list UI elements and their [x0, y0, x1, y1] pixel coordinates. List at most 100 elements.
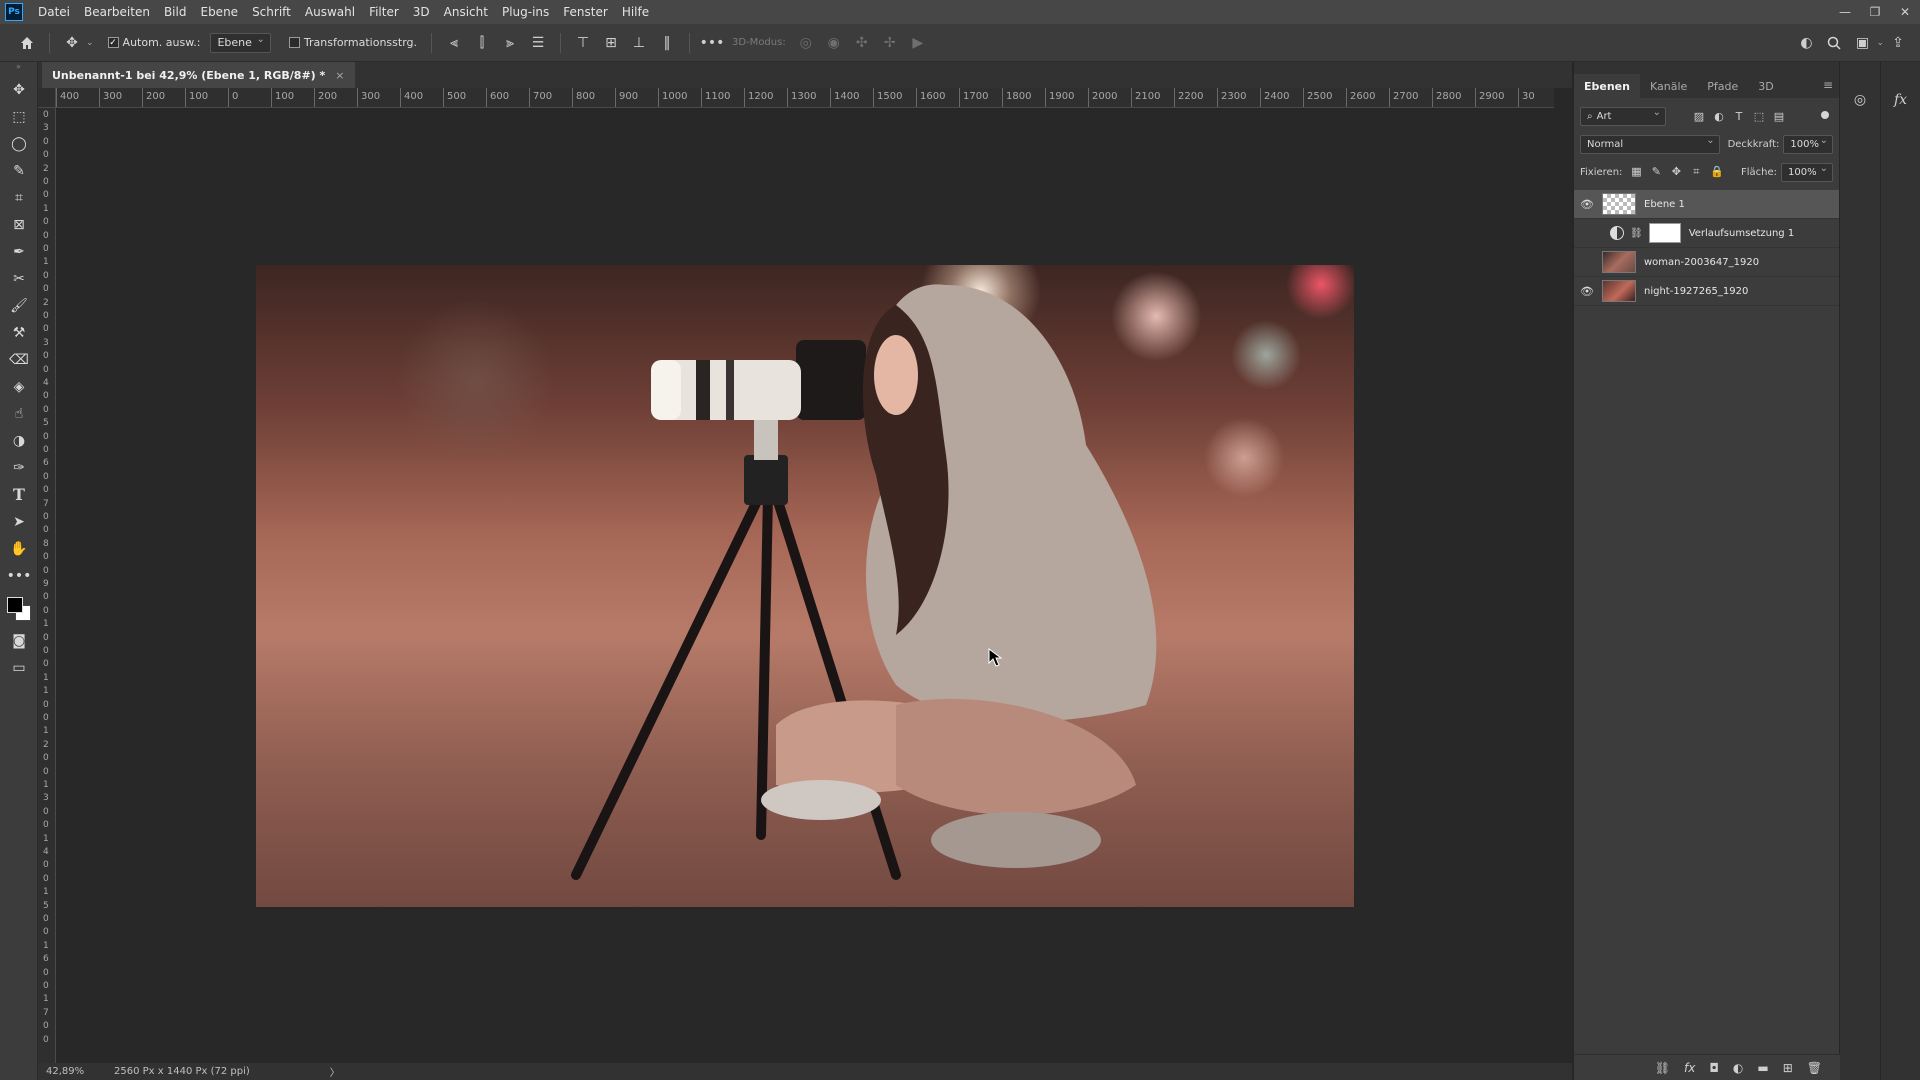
- transform-controls-checkbox[interactable]: [288, 37, 300, 48]
- align-bottom-icon[interactable]: ⊥: [628, 32, 650, 54]
- tab-pfade[interactable]: Pfade: [1697, 74, 1748, 98]
- menu-plugins[interactable]: Plug-ins: [495, 0, 556, 24]
- restore-icon[interactable]: ❐: [1860, 0, 1890, 24]
- menu-ebene[interactable]: Ebene: [193, 0, 245, 24]
- auto-select-checkbox[interactable]: ✓: [107, 37, 119, 48]
- color-wheel-icon[interactable]: ◎: [1846, 86, 1874, 114]
- opacity-input[interactable]: 100%: [1783, 134, 1833, 154]
- align-horizontal-center-icon[interactable]: ⫿: [471, 32, 493, 54]
- zoom-level[interactable]: 42,89%: [38, 1066, 86, 1077]
- document-tab[interactable]: Unbenannt-1 bei 42,9% (Ebene 1, RGB/8#) …: [42, 62, 355, 88]
- align-top-icon[interactable]: ⊤: [572, 32, 594, 54]
- crop-tool-icon[interactable]: ⌗: [0, 184, 38, 211]
- share-icon[interactable]: ⇪: [1887, 32, 1909, 54]
- quick-mask-icon[interactable]: ◙: [0, 627, 38, 654]
- distribute-horizontal-icon[interactable]: ‖: [656, 32, 678, 54]
- smudge-tool-icon[interactable]: ☝: [0, 400, 38, 427]
- layer-row-verlaufsumsetzung-1[interactable]: ⛓ Verlaufsumsetzung 1: [1574, 219, 1839, 248]
- layer-filter-dropdown[interactable]: ⌕ Art: [1580, 106, 1666, 126]
- chevron-down-icon[interactable]: ⌄: [1876, 38, 1884, 48]
- link-layers-icon[interactable]: ⛓: [1655, 1061, 1670, 1075]
- 3d-slide-icon[interactable]: ✢: [879, 32, 901, 54]
- brush-tool-icon[interactable]: 🖌: [0, 292, 38, 319]
- move-tool-preset-icon[interactable]: ✥: [61, 32, 83, 54]
- tab-ebenen[interactable]: Ebenen: [1574, 74, 1640, 98]
- lock-artboard-icon[interactable]: ⌗: [1690, 165, 1702, 179]
- marquee-tool-icon[interactable]: ⬚: [0, 103, 38, 130]
- path-selection-tool-icon[interactable]: ➤: [0, 508, 38, 535]
- delete-layer-icon[interactable]: 🗑: [1807, 1061, 1822, 1075]
- lock-transparent-pixels-icon[interactable]: ▦: [1630, 165, 1642, 179]
- tab-3d[interactable]: 3D: [1748, 74, 1783, 98]
- filter-toggle-icon[interactable]: [1821, 111, 1829, 119]
- properties-fx-icon[interactable]: fx: [1887, 86, 1915, 114]
- auto-select-option[interactable]: ✓ Autom. ausw.:: [107, 36, 200, 49]
- hand-tool-icon[interactable]: ✋: [0, 535, 38, 562]
- lock-image-pixels-icon[interactable]: ✎: [1650, 165, 1662, 179]
- type-tool-icon[interactable]: T: [0, 481, 38, 508]
- foreground-color-swatch[interactable]: [7, 597, 23, 613]
- visibility-off-box[interactable]: [1574, 255, 1600, 269]
- search-icon[interactable]: [1823, 32, 1845, 54]
- 3d-pan-icon[interactable]: ✣: [851, 32, 873, 54]
- fill-input[interactable]: 100%: [1781, 162, 1833, 182]
- link-chain-icon[interactable]: ⛓: [1630, 228, 1643, 239]
- horizontal-ruler[interactable]: 400 300 200 100 0 100 200 300 400 500 600 700 800 900…: [56, 88, 1554, 108]
- share-account-icon[interactable]: ◐: [1795, 32, 1817, 54]
- canvas-area[interactable]: [56, 108, 1554, 1063]
- layer-row-woman[interactable]: woman-2003647_1920: [1574, 248, 1839, 277]
- layer-row-night[interactable]: 👁 night-1927265_1920: [1574, 277, 1839, 306]
- menu-hilfe[interactable]: Hilfe: [615, 0, 656, 24]
- filter-pixel-icon[interactable]: ▨: [1692, 109, 1706, 123]
- menu-filter[interactable]: Filter: [362, 0, 406, 24]
- visibility-eye-icon[interactable]: 👁: [1574, 285, 1600, 298]
- vertical-ruler[interactable]: 0 3 0 0 2 0 0 1 0 0 0 1 0 0 2 0 0 3 0 0 4 0 0 5 0 0 6 0 0 7 0 0 8 0 0 9 0 0 1 0…: [38, 108, 56, 1063]
- menu-auswahl[interactable]: Auswahl: [298, 0, 362, 24]
- blend-mode-dropdown[interactable]: Normal: [1580, 134, 1720, 154]
- 3d-camera-icon[interactable]: ▶: [907, 32, 929, 54]
- pen-tool-icon[interactable]: ✑: [0, 454, 38, 481]
- layer-row-ebene-1[interactable]: 👁 Ebene 1: [1574, 190, 1839, 219]
- filter-adjustment-icon[interactable]: ◐: [1712, 109, 1726, 123]
- minimize-icon[interactable]: —: [1830, 0, 1860, 24]
- menu-fenster[interactable]: Fenster: [556, 0, 615, 24]
- quick-selection-tool-icon[interactable]: ✎: [0, 157, 38, 184]
- align-vertical-center-icon[interactable]: ⊞: [600, 32, 622, 54]
- distribute-vertical-icon[interactable]: ☰: [527, 32, 549, 54]
- filter-type-icon[interactable]: T: [1732, 109, 1746, 123]
- dodge-tool-icon[interactable]: ◑: [0, 427, 38, 454]
- home-icon[interactable]: [16, 32, 38, 54]
- visibility-eye-icon[interactable]: 👁: [1574, 198, 1600, 211]
- paint-bucket-tool-icon[interactable]: ◈: [0, 373, 38, 400]
- menu-bearbeiten[interactable]: Bearbeiten: [77, 0, 157, 24]
- new-layer-icon[interactable]: ⊞: [1783, 1061, 1793, 1075]
- align-left-icon[interactable]: ⫷: [443, 32, 465, 54]
- screen-mode-icon[interactable]: ▭: [0, 654, 38, 681]
- document-canvas-image[interactable]: [256, 265, 1354, 907]
- layer-style-fx-icon[interactable]: fx: [1684, 1061, 1695, 1075]
- new-group-icon[interactable]: ▬: [1757, 1061, 1768, 1075]
- auto-select-target-dropdown[interactable]: Ebene: [210, 32, 271, 53]
- lock-all-icon[interactable]: 🔒: [1710, 165, 1724, 179]
- more-options-icon[interactable]: •••: [700, 32, 725, 54]
- 3d-roll-icon[interactable]: ◉: [823, 32, 845, 54]
- lasso-tool-icon[interactable]: ◯: [0, 130, 38, 157]
- menu-3d[interactable]: 3D: [406, 0, 437, 24]
- ruler-origin[interactable]: [38, 88, 56, 108]
- move-tool-icon[interactable]: ✥: [0, 76, 38, 103]
- frame-tool-icon[interactable]: ⊠: [0, 211, 38, 238]
- chevron-down-icon[interactable]: ⌄: [86, 38, 94, 48]
- tab-kanaele[interactable]: Kanäle: [1640, 74, 1697, 98]
- close-icon[interactable]: ✕: [1890, 0, 1920, 24]
- menu-datei[interactable]: Datei: [31, 0, 77, 24]
- filter-shape-icon[interactable]: ⬚: [1752, 109, 1766, 123]
- color-swatches[interactable]: [0, 593, 38, 627]
- panel-menu-icon[interactable]: ≡: [1823, 78, 1833, 92]
- eraser-tool-icon[interactable]: ⌫: [0, 346, 38, 373]
- lock-position-icon[interactable]: ✥: [1670, 165, 1682, 179]
- filter-smartobject-icon[interactable]: ▤: [1772, 109, 1786, 123]
- add-mask-icon[interactable]: ◘: [1709, 1061, 1719, 1075]
- healing-brush-tool-icon[interactable]: ✂: [0, 265, 38, 292]
- 3d-orbit-icon[interactable]: ◎: [795, 32, 817, 54]
- visibility-off-box[interactable]: [1574, 226, 1600, 240]
